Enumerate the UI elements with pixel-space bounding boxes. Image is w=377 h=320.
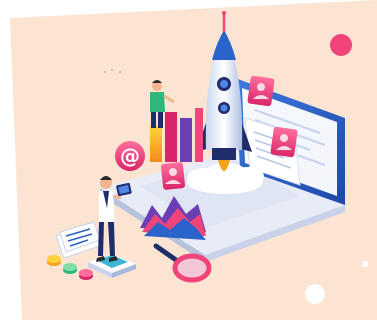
- profile-card-icon: [247, 75, 275, 107]
- at-sign-text: @: [120, 144, 140, 168]
- startup-launch-illustration: @: [0, 0, 377, 320]
- profile-card-icon-3: [160, 162, 186, 190]
- pink-dot: [330, 34, 352, 56]
- white-dot-small: [362, 261, 368, 267]
- illustration-canvas: @: [0, 0, 377, 320]
- profile-card-icon-2: [270, 126, 298, 158]
- at-sign-icon: @: [115, 141, 145, 171]
- white-dot-large: [305, 284, 325, 304]
